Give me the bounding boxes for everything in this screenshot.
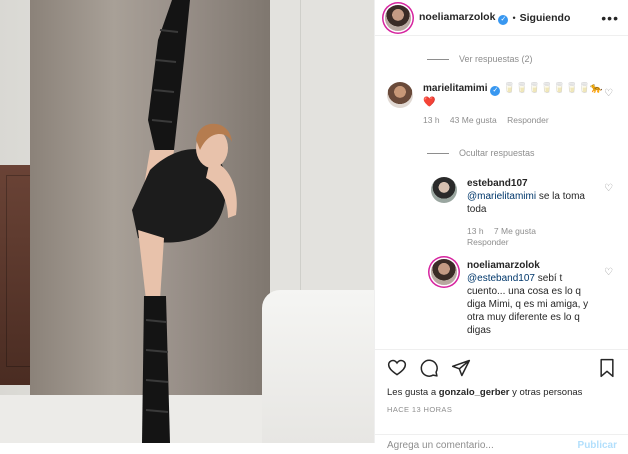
verified-badge-icon: ✓	[490, 86, 501, 96]
likes-username[interactable]: gonzalo_gerber	[439, 387, 510, 398]
publish-button[interactable]: Publicar	[578, 440, 617, 451]
reply-toggle-line	[427, 152, 449, 154]
commenter-avatar[interactable]	[431, 177, 457, 203]
photo-white-sofa	[262, 290, 374, 443]
reply-item: noeliamarzolok @esteband107 sebí t cuent…	[431, 259, 601, 337]
separator-dot: •	[512, 12, 516, 23]
photo-right-wall	[270, 0, 374, 300]
comment-like-heart-icon[interactable]: ♡	[604, 267, 613, 278]
likes-prefix: Les gusta a	[387, 387, 439, 398]
hide-replies-label[interactable]: Ocultar respuestas	[459, 148, 535, 158]
comment-bubble-icon[interactable]	[419, 358, 439, 378]
comment-meta: 13 h 43 Me gusta Responder	[423, 115, 607, 126]
author-avatar[interactable]	[385, 4, 411, 31]
post-actions: Les gusta a gonzalo_gerber y otras perso…	[375, 349, 628, 451]
post-header: noeliamarzolok ✓ • Siguiendo •••	[375, 0, 628, 36]
mention-link[interactable]: @esteband107	[467, 273, 535, 284]
comment-meta: 13 h 7 Me gusta Responder	[467, 226, 601, 248]
comment-placeholder[interactable]: Agrega un comentario...	[387, 440, 494, 451]
author-username[interactable]: noeliamarzolok ✓	[419, 11, 509, 25]
post-timestamp: HACE 13 HORAS	[387, 405, 453, 414]
following-button[interactable]: Siguiendo	[520, 12, 571, 24]
commenter-username[interactable]: marielitamimi	[423, 83, 487, 94]
comment-body: esteband107 @marielitamimi se la toma to…	[467, 177, 601, 248]
mention-link[interactable]: @marielitamimi	[467, 191, 536, 202]
comment-body: marielitamimi ✓ 🥛🥛🥛🥛🥛🥛🥛🐆❤️ 13 h 43 Me gus…	[423, 82, 607, 126]
comment-like-heart-icon[interactable]: ♡	[604, 88, 613, 99]
reply-button[interactable]: Responder	[467, 237, 509, 247]
comments-list: Ver respuestas (2) marielitamimi ✓ 🥛🥛🥛🥛🥛🥛…	[375, 37, 628, 349]
commenter-avatar[interactable]	[387, 82, 413, 108]
save-bookmark-icon[interactable]	[597, 358, 617, 378]
photo-figure	[132, 0, 237, 443]
reply-toggle-line	[427, 58, 449, 60]
comment-body: noeliamarzolok @esteband107 sebí t cuent…	[467, 259, 601, 337]
like-heart-icon[interactable]	[387, 358, 407, 378]
verified-badge-icon: ✓	[498, 14, 509, 25]
view-replies-label[interactable]: Ver respuestas (2)	[459, 54, 533, 64]
author-username-text[interactable]: noeliamarzolok	[419, 11, 495, 23]
comment-like-heart-icon[interactable]: ♡	[604, 183, 613, 194]
comment-time: 13 h	[423, 115, 440, 125]
commenter-avatar[interactable]	[431, 259, 457, 285]
comment-time: 13 h	[467, 226, 484, 236]
comment-likes[interactable]: 43 Me gusta	[450, 115, 497, 125]
action-icons	[387, 358, 471, 378]
post-photo[interactable]	[0, 0, 374, 443]
likes-summary[interactable]: Les gusta a gonzalo_gerber y otras perso…	[387, 387, 582, 398]
instagram-post-view: noeliamarzolok ✓ • Siguiendo ••• Ver resp…	[0, 0, 628, 451]
share-paper-plane-icon[interactable]	[451, 358, 471, 378]
likes-suffix[interactable]: y otras personas	[510, 387, 582, 398]
post-sidebar: noeliamarzolok ✓ • Siguiendo ••• Ver resp…	[374, 0, 628, 451]
commenter-username[interactable]: esteband107	[467, 178, 528, 189]
reply-item: esteband107 @marielitamimi se la toma to…	[431, 177, 601, 248]
hide-replies-toggle[interactable]: Ocultar respuestas	[427, 148, 535, 158]
reply-button[interactable]: Responder	[507, 115, 549, 125]
more-options-button[interactable]: •••	[601, 10, 619, 26]
view-replies-toggle[interactable]: Ver respuestas (2)	[427, 54, 533, 64]
add-comment-field[interactable]: Agrega un comentario... Publicar	[375, 434, 628, 454]
comment-likes[interactable]: 7 Me gusta	[494, 226, 536, 236]
commenter-username[interactable]: noeliamarzolok	[467, 260, 540, 271]
comment-item: marielitamimi ✓ 🥛🥛🥛🥛🥛🥛🥛🐆❤️ 13 h 43 Me gus…	[387, 82, 607, 126]
